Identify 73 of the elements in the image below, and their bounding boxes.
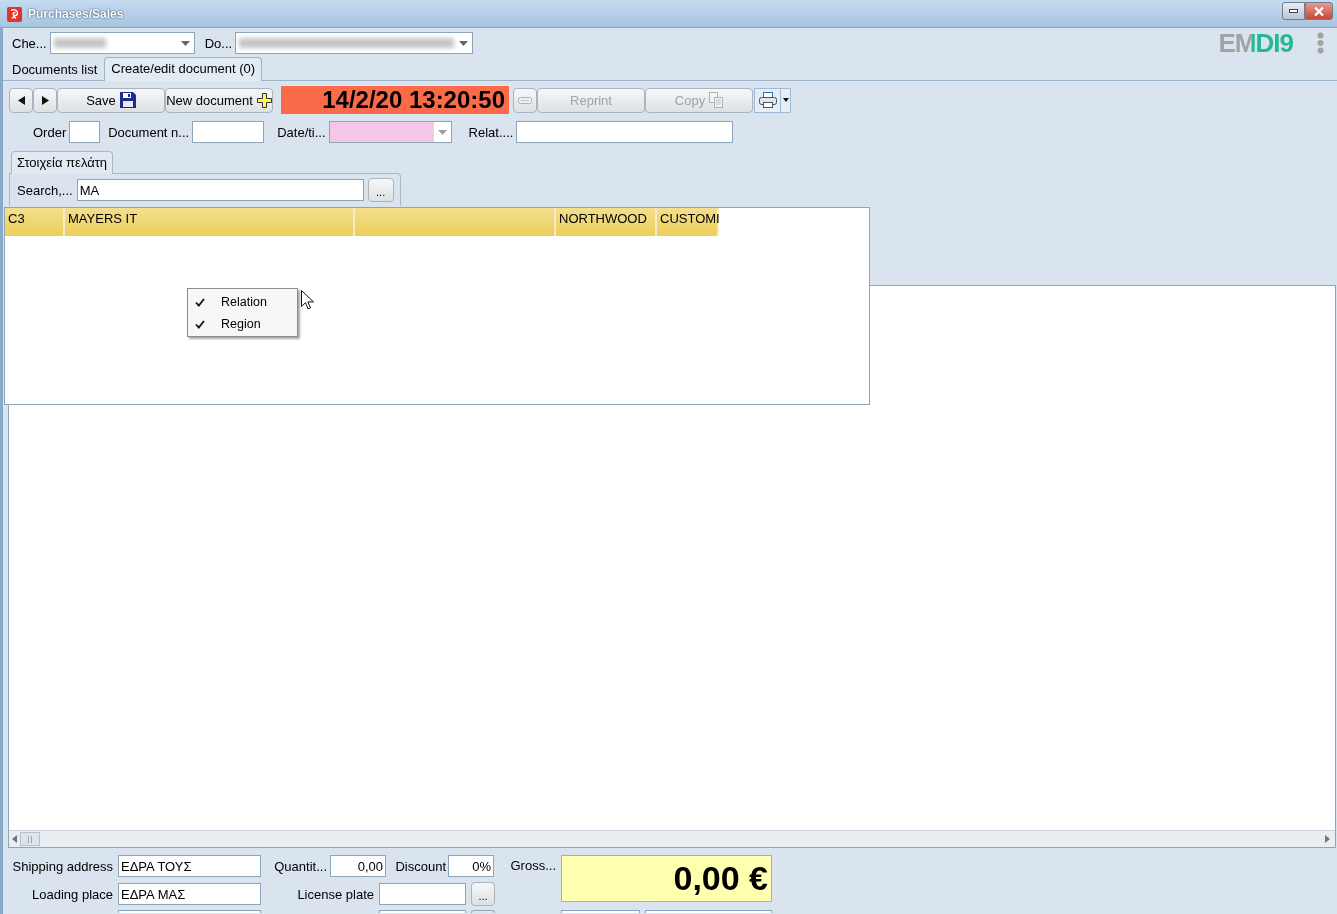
input-field[interactable] <box>561 910 640 913</box>
printer-icon <box>758 92 777 108</box>
input-field[interactable] <box>69 121 101 143</box>
close-icon <box>1314 6 1324 16</box>
scrollbar-thumb[interactable] <box>20 832 40 846</box>
input-field[interactable] <box>118 910 261 913</box>
field-label: Search,... <box>17 182 73 198</box>
plus-icon <box>256 92 272 108</box>
input-field[interactable] <box>379 910 466 913</box>
input-field[interactable] <box>192 121 265 143</box>
input-field[interactable]: ΕΔΡΑ ΜΑΣ <box>118 883 261 905</box>
new-document-button[interactable]: New document <box>165 87 273 113</box>
input-field[interactable]: ΕΔΡΑ ΤΟΥΣ <box>118 855 261 877</box>
next-button[interactable] <box>33 87 57 113</box>
field-label: Shipping address <box>11 858 113 874</box>
pages-icon <box>709 92 724 108</box>
field-label: Order <box>33 124 67 140</box>
dropdown-field[interactable] <box>49 32 195 54</box>
input-field[interactable]: 0% <box>448 855 494 877</box>
field-label: Che... <box>12 35 47 51</box>
previous-button[interactable] <box>9 87 33 113</box>
input-field[interactable] <box>516 121 734 143</box>
field-label: Quantit... <box>273 858 327 874</box>
input-field[interactable]: 0,00 <box>330 855 386 877</box>
gross-total-display: 0,00 € <box>561 855 772 902</box>
field-label: Do... <box>204 35 233 51</box>
dropdown-arrow-button[interactable] <box>781 87 791 113</box>
close-button[interactable] <box>1305 2 1333 20</box>
field-label: Loading place <box>31 886 113 902</box>
scroll-right-icon[interactable] <box>1325 835 1330 843</box>
more-menu-icon[interactable] <box>1317 32 1324 54</box>
menu-item[interactable]: Region <box>188 313 297 335</box>
field-label: Gross... <box>509 857 556 875</box>
caret-icon <box>459 40 469 46</box>
browse-button[interactable]: ... <box>367 178 394 202</box>
horizontal-scrollbar[interactable] <box>9 830 1335 847</box>
date-dropdown-field[interactable] <box>328 121 452 143</box>
minimize-icon <box>1289 9 1298 13</box>
table-cell: NORTHWOOD <box>556 208 657 236</box>
input-field[interactable] <box>379 883 466 905</box>
button-edge[interactable] <box>471 910 495 913</box>
table-cell: MAYERS IT <box>65 208 355 236</box>
table-cell: CUSTOMI <box>657 208 719 236</box>
field-label: Relat.... <box>468 124 514 140</box>
print-button[interactable] <box>754 87 781 113</box>
minus-icon <box>518 96 532 104</box>
previous-icon <box>17 95 25 105</box>
next-icon <box>41 95 49 105</box>
caret-icon <box>180 40 190 46</box>
minimize-button[interactable] <box>1282 2 1305 20</box>
browse-button[interactable]: ... <box>471 882 495 906</box>
blurred-value <box>53 38 106 48</box>
field-label: Discount <box>394 858 446 874</box>
search-field[interactable]: MA <box>76 179 364 201</box>
tab[interactable]: Στοιχεία πελάτη <box>11 151 114 174</box>
app-icon <box>7 7 22 22</box>
caret-icon <box>437 129 447 135</box>
caret-icon <box>782 98 789 102</box>
window-title: Purchases/Sales <box>28 7 124 21</box>
table-cell: C3 <box>5 208 65 236</box>
field-label: Document n... <box>108 124 190 140</box>
save-button[interactable]: Save <box>57 87 165 113</box>
menu-item[interactable]: Relation <box>188 291 297 313</box>
mouse-pointer-icon <box>301 290 314 310</box>
tab[interactable]: Create/edit document (0) <box>104 57 263 81</box>
result-row[interactable]: C3 MAYERS IT NORTHWOOD CUSTOMI <box>5 208 719 236</box>
field-label: License plate <box>296 886 374 902</box>
dropdown-field[interactable] <box>235 32 474 54</box>
clock-display: 14/2/20 13:20:50 <box>281 86 509 114</box>
input-field[interactable] <box>645 910 772 913</box>
tab[interactable]: Documents list <box>5 58 105 80</box>
field-label: Date/ti... <box>277 124 326 140</box>
scroll-left-icon[interactable] <box>12 835 17 843</box>
